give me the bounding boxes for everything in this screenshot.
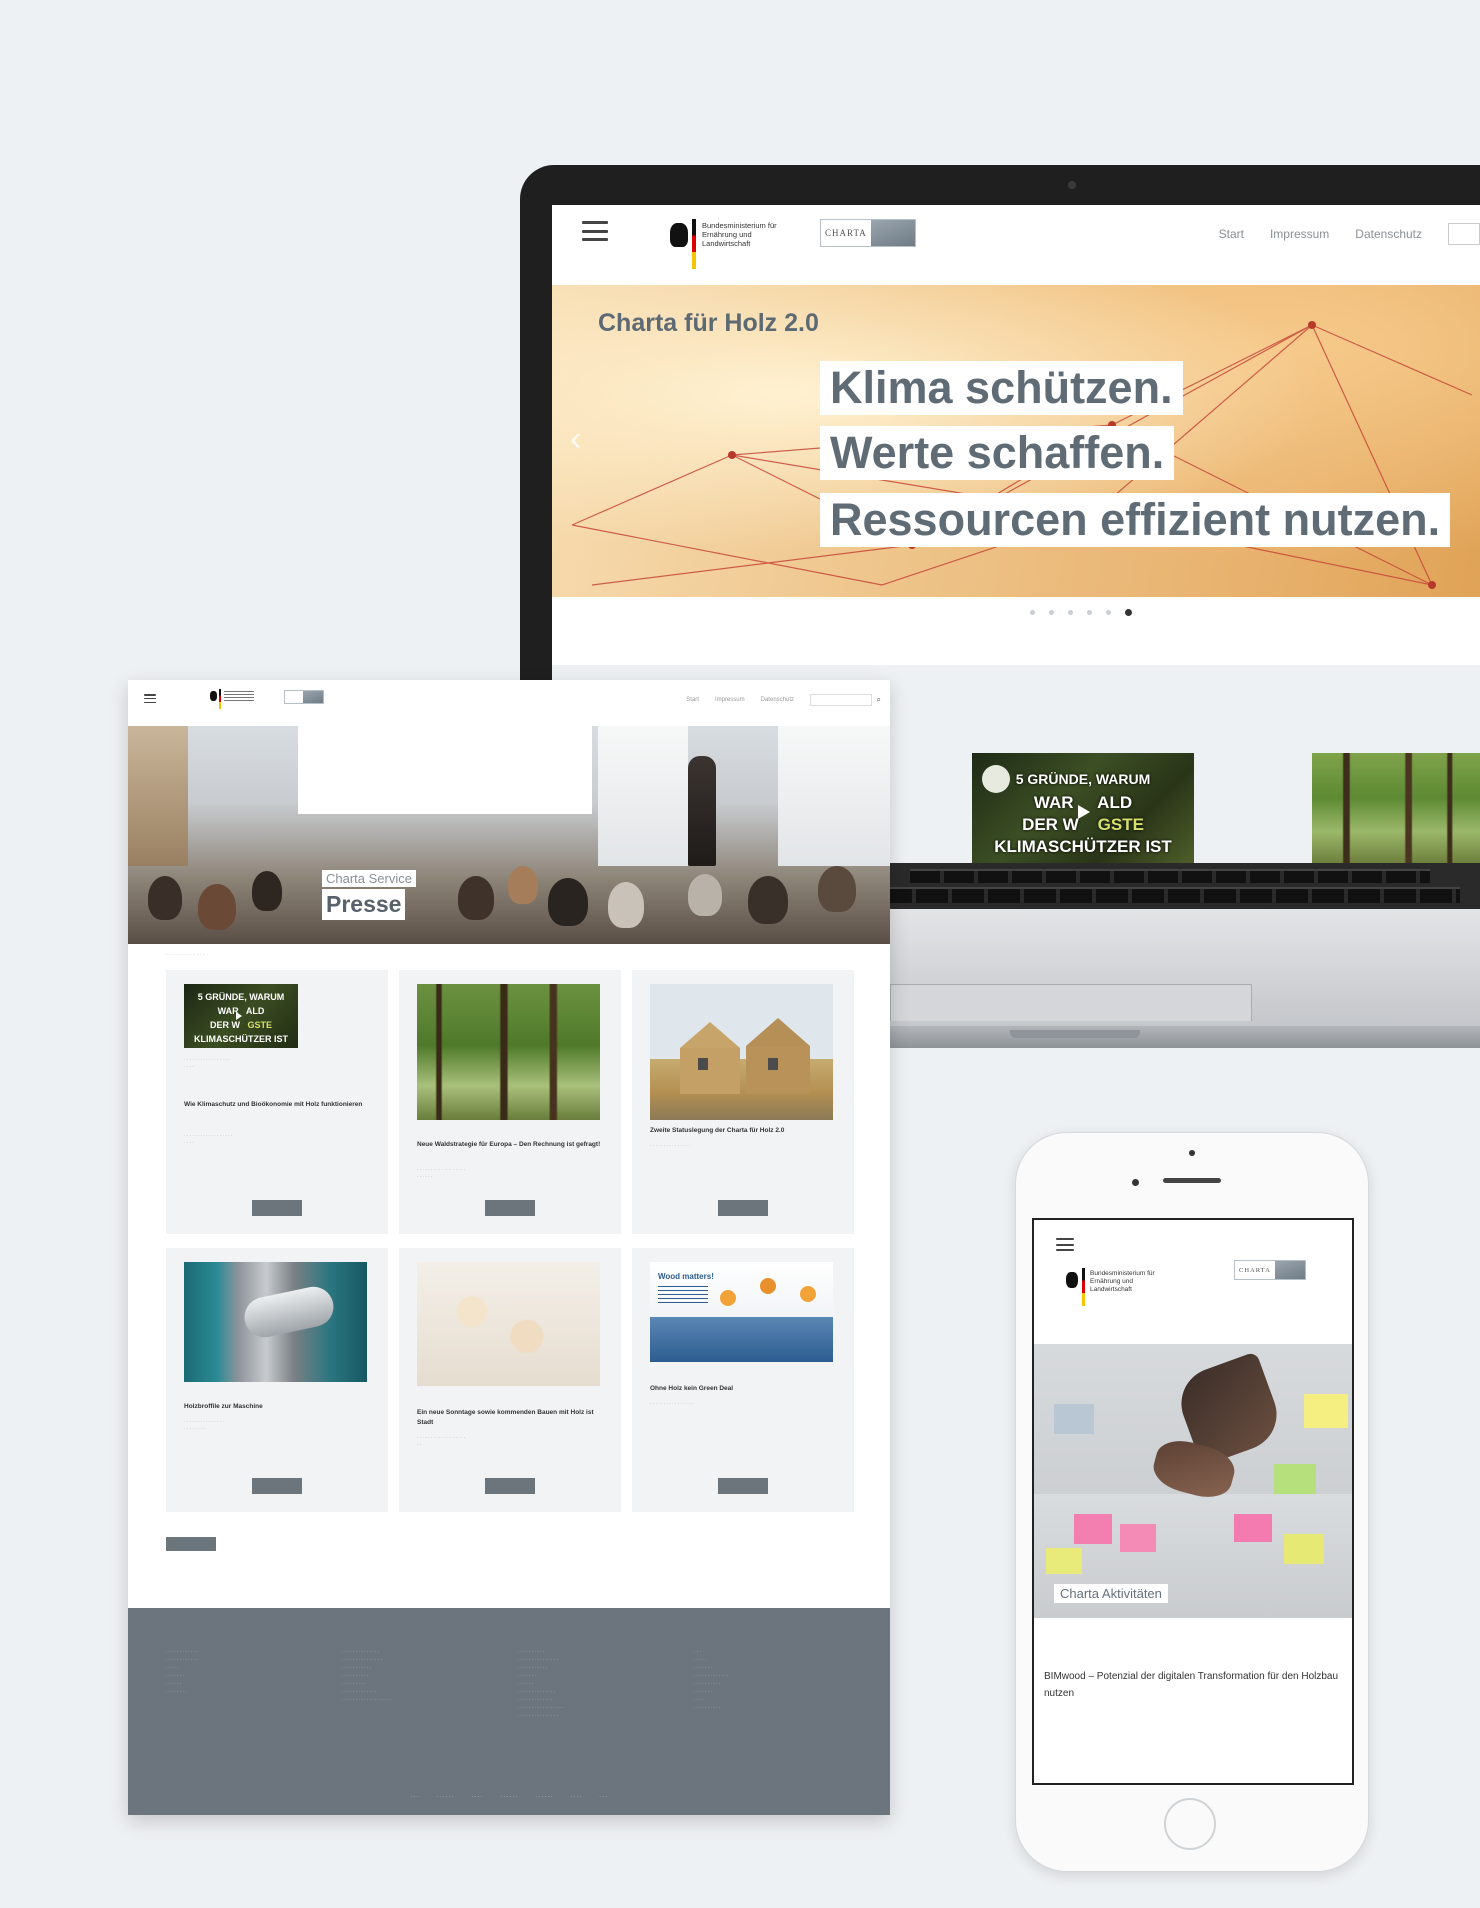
ministry-logo[interactable]: Bundesministerium für Ernährung und Land… — [1090, 1270, 1170, 1294]
card-title[interactable]: Ein neue Sonntage sowie kommenden Bauen … — [417, 1408, 603, 1428]
search-input[interactable] — [1448, 223, 1480, 245]
eagle-icon — [1066, 1272, 1078, 1288]
phone-sensor — [1132, 1179, 1139, 1186]
hero-kicker: Charta für Holz 2.0 — [598, 309, 819, 337]
hero-line-3: Ressourcen effizient nutzen. — [820, 493, 1451, 547]
read-more-button[interactable] — [252, 1200, 302, 1216]
card-title[interactable]: Wie Klimaschutz und Bioökonomie mit Holz… — [184, 1100, 370, 1110]
slider-dot[interactable] — [1049, 610, 1054, 615]
charta-logo[interactable]: CHARTA — [1234, 1260, 1306, 1280]
card-title[interactable]: Neue Waldstrategie für Europa – Den Rech… — [417, 1140, 603, 1150]
forest-thumbnail[interactable] — [1312, 753, 1480, 863]
article-title[interactable]: BIMwood – Potenzial der digitalen Transf… — [1044, 1668, 1344, 1702]
breadcrumb[interactable]: · · · · · · · · · · · · · — [166, 952, 204, 958]
card-thumbnail[interactable] — [650, 984, 833, 1120]
news-card[interactable]: Zweite Statuslegung der Charta für Holz … — [632, 970, 854, 1234]
badge-icon — [720, 1290, 736, 1306]
news-card[interactable]: Neue Waldstrategie für Europa – Den Rech… — [399, 970, 621, 1234]
laptop-top-nav: Start Impressum Datenschutz — [1219, 223, 1480, 245]
charta-logo[interactable]: CHARTA — [820, 219, 916, 247]
nav-start[interactable]: Start — [686, 697, 699, 703]
charta-logo[interactable]: Charta Service — [284, 690, 324, 704]
news-card[interactable]: Wood matters! Ohne Holz kein Green Deal … — [632, 1248, 854, 1512]
read-more-button[interactable] — [485, 1478, 535, 1494]
card-thumbnail[interactable] — [417, 1262, 600, 1386]
card-thumbnail[interactable] — [184, 1262, 367, 1382]
site-footer: · · · · · · · · · · · · · · · · · · · · … — [128, 1608, 890, 1815]
card-thumbnail[interactable]: Wood matters! — [650, 1262, 833, 1362]
badge-icon — [800, 1286, 816, 1302]
menu-icon[interactable] — [1056, 1238, 1074, 1251]
menu-icon[interactable] — [144, 694, 156, 703]
slider-dot[interactable] — [1106, 610, 1111, 615]
laptop-camera — [1068, 181, 1076, 189]
nav-impressum[interactable]: Impressum — [715, 697, 745, 703]
phone-speaker — [1163, 1178, 1221, 1183]
card-thumbnail[interactable]: 5 GRÜNDE, WARUM WAR ALD DER W GSTE KLIMA… — [184, 984, 298, 1048]
footer-column: · · · · · · · · · · · · · · · · · · · · … — [518, 1649, 564, 1718]
video-thumbnail[interactable]: 5 GRÜNDE, WARUM WAR ALD DER W GSTE KLIMA… — [972, 753, 1194, 863]
read-more-button[interactable] — [252, 1478, 302, 1494]
chevron-left-icon[interactable]: ‹ — [570, 420, 581, 459]
card-thumbnail[interactable] — [417, 984, 600, 1120]
footer-column: · · · · · · · · · · · · · · · · · · · · … — [166, 1649, 198, 1694]
hero-line-2: Werte schaffen. — [820, 426, 1175, 480]
nav-datenschutz[interactable]: Datenschutz — [761, 697, 794, 703]
trackpad — [890, 984, 1252, 1021]
card-title[interactable]: Zweite Statuslegung der Charta für Holz … — [650, 1126, 836, 1136]
read-more-button[interactable] — [718, 1478, 768, 1494]
ministry-logo[interactable]: Bundesministerium für Ernährung und Land… — [702, 221, 782, 248]
hero-kicker: Charta Service — [322, 870, 416, 887]
desktop-site-header: Charta Service Start Impressum Datenschu… — [128, 680, 890, 726]
footer-column: · · · · · · · · · · · · · · · · · · · · … — [342, 1649, 391, 1702]
nav-start[interactable]: Start — [1219, 227, 1244, 241]
read-more-button[interactable] — [718, 1200, 768, 1216]
hero-line-1: Klima schützen. — [820, 361, 1183, 415]
footer-column: · · · · · · · · · · · · · · · · · · · · … — [694, 1649, 729, 1710]
home-button[interactable] — [1164, 1798, 1216, 1850]
slider-dot[interactable] — [1087, 610, 1092, 615]
laptop-site-header: Bundesministerium für Ernährung und Land… — [552, 205, 1480, 285]
card-title[interactable]: Holzbroffile zur Maschine — [184, 1402, 370, 1412]
nav-datenschutz[interactable]: Datenschutz — [1355, 227, 1422, 241]
news-card[interactable]: 5 GRÜNDE, WARUM WAR ALD DER W GSTE KLIMA… — [166, 970, 388, 1234]
hero-slider: Charta für Holz 2.0 Klima schützen. Wert… — [552, 285, 1480, 597]
section-label: Charta Aktivitäten — [1054, 1584, 1168, 1603]
activity-photo[interactable]: Charta Aktivitäten — [1034, 1344, 1352, 1618]
hero-overlay-box — [298, 726, 592, 814]
search-icon[interactable]: ⌕ — [877, 695, 881, 705]
laptop-notch — [1010, 1030, 1140, 1038]
news-card[interactable]: Ein neue Sonntage sowie kommenden Bauen … — [399, 1248, 621, 1512]
badge-icon — [760, 1278, 776, 1294]
ministry-logo[interactable] — [224, 691, 254, 701]
slider-dot-active[interactable] — [1125, 609, 1132, 616]
search-input[interactable]: ⌕ — [810, 694, 881, 706]
desktop-top-nav: Start Impressum Datenschutz ⌕ — [686, 694, 881, 706]
load-more-button[interactable] — [166, 1537, 216, 1551]
flag-icon — [219, 689, 221, 709]
nav-impressum[interactable]: Impressum — [1270, 227, 1329, 241]
flag-icon — [692, 219, 696, 269]
play-icon[interactable] — [236, 1012, 242, 1020]
play-icon[interactable] — [1078, 805, 1090, 819]
page-title: Presse — [322, 889, 406, 920]
eagle-icon — [670, 223, 688, 247]
footer-bottom-links: · · · · · · · · · · · · · · · · · · · · · · … — [410, 1794, 608, 1800]
phone-screen: Bundesministerium für Ernährung und Land… — [1032, 1218, 1354, 1785]
desktop-page-mockup: Charta Service Start Impressum Datenschu… — [128, 680, 890, 1815]
menu-icon[interactable] — [582, 221, 608, 241]
news-card[interactable]: Holzbroffile zur Maschine · · · · · · · … — [166, 1248, 388, 1512]
eagle-icon — [210, 691, 217, 701]
card-title[interactable]: Ohne Holz kein Green Deal — [650, 1384, 836, 1394]
read-more-button[interactable] — [485, 1200, 535, 1216]
slider-dot[interactable] — [1030, 610, 1035, 615]
phone-camera — [1189, 1150, 1195, 1156]
slider-dot[interactable] — [1068, 610, 1073, 615]
speaker-figure — [688, 756, 716, 866]
desktop-hero-image: Charta Service Presse — [128, 726, 890, 944]
slider-dots — [1030, 609, 1132, 616]
flag-icon — [1082, 1268, 1085, 1306]
